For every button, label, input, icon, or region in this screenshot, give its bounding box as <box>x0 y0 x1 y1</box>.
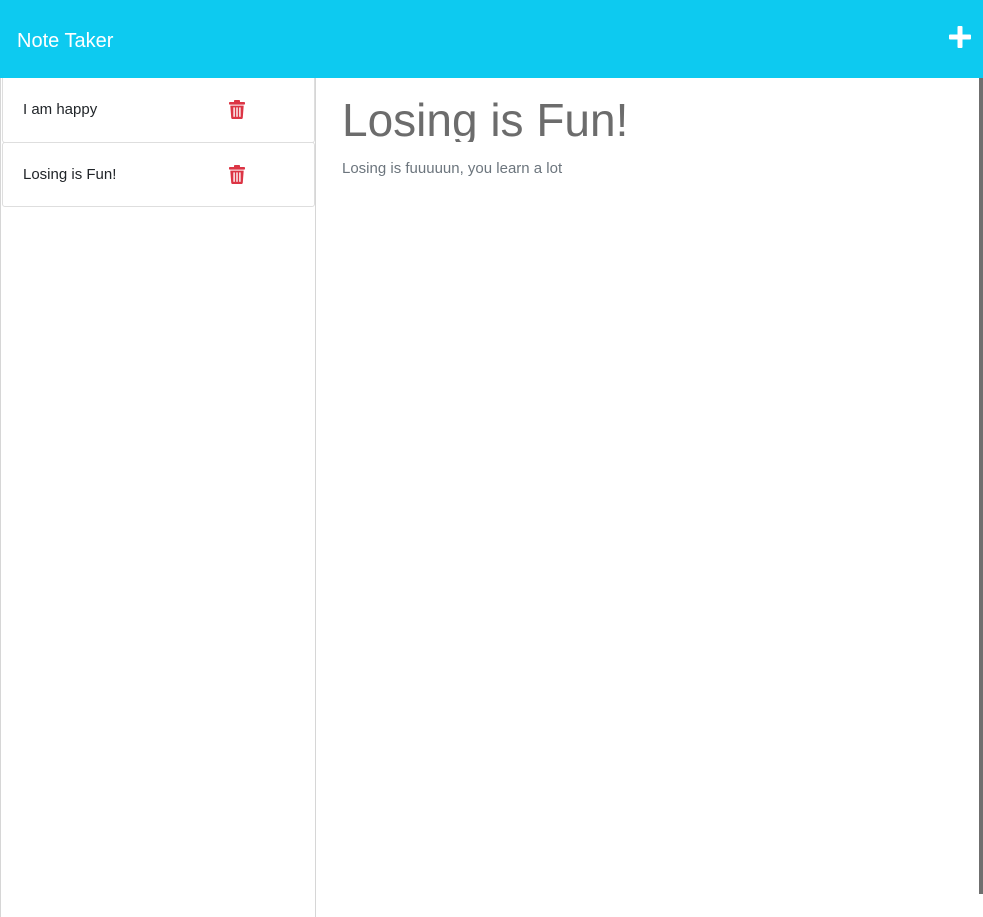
note-list-item[interactable]: I am happy <box>2 78 315 143</box>
note-taker-app: Note Taker I am happy Losing is Fun! Los… <box>0 0 983 917</box>
trash-icon <box>229 100 245 119</box>
delete-note-button[interactable] <box>229 165 245 184</box>
app-title: Note Taker <box>17 30 114 52</box>
note-list-item-title: Losing is Fun! <box>23 166 117 183</box>
new-note-button[interactable] <box>949 26 971 48</box>
delete-note-button[interactable] <box>229 100 245 119</box>
note-text-area[interactable]: Losing is fuuuuun, you learn a lot <box>342 159 562 179</box>
note-list-item[interactable]: Losing is Fun! <box>2 142 315 207</box>
note-list-sidebar: I am happy Losing is Fun! <box>0 78 316 917</box>
window-scrollbar[interactable] <box>979 78 983 894</box>
plus-icon <box>949 26 971 48</box>
note-list-item-title: I am happy <box>23 101 98 118</box>
navbar: Note Taker <box>0 0 983 78</box>
note-list: I am happy Losing is Fun! <box>1 78 315 207</box>
note-editor: Losing is Fun! Losing is fuuuuun, you le… <box>316 78 979 917</box>
note-title-input[interactable]: Losing is Fun! <box>342 92 628 142</box>
trash-icon <box>229 165 245 184</box>
